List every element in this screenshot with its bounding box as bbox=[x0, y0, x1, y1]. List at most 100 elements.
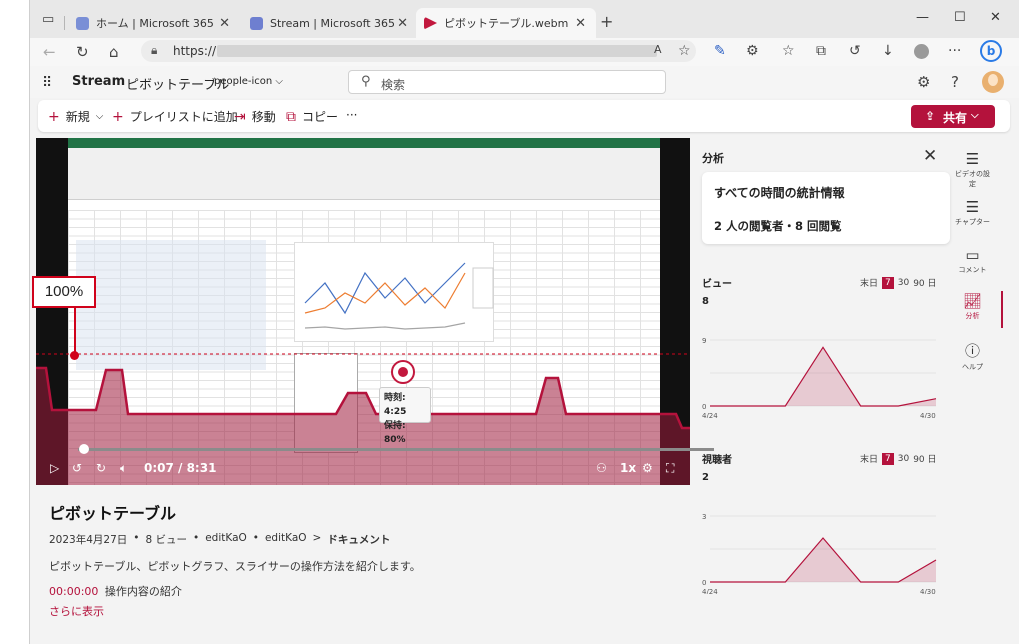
folder-link[interactable]: ドキュメント bbox=[327, 532, 390, 547]
gear-icon[interactable]: ⚙ bbox=[642, 461, 653, 475]
panel-title: 分析 bbox=[702, 152, 724, 165]
gear-icon[interactable]: ⚙ bbox=[917, 73, 930, 91]
rail-label: ヘルプ bbox=[962, 363, 983, 371]
stats-card-values: 2 人の閲覧者・8 回閲覧 bbox=[714, 219, 842, 233]
app-launcher-icon[interactable]: ⠿ bbox=[42, 75, 52, 91]
read-aloud-icon[interactable]: A bbox=[654, 43, 662, 56]
video-player[interactable] bbox=[36, 138, 690, 485]
seek-thumb[interactable] bbox=[79, 444, 89, 454]
close-icon[interactable]: ✕ bbox=[575, 16, 586, 31]
tooltip-time: 時刻: 4:25 bbox=[384, 393, 407, 417]
m365-icon bbox=[76, 16, 89, 30]
chapter-label: 操作内容の紹介 bbox=[104, 585, 182, 598]
search-icon: ⚲ bbox=[361, 74, 371, 89]
chapter-time[interactable]: 00:00:00 bbox=[49, 585, 98, 598]
puzzle-icon[interactable]: ⚙ bbox=[746, 43, 759, 59]
copy-label: コピー bbox=[302, 110, 339, 124]
favorites-icon[interactable]: ☆ bbox=[782, 43, 795, 59]
rail-help[interactable]: ⓘ ヘルプ bbox=[954, 340, 991, 372]
shared-people-icon[interactable]: people-icon ⌵ bbox=[214, 76, 283, 87]
playback-speed[interactable]: 1x bbox=[620, 461, 636, 475]
more-commands-button[interactable]: ··· bbox=[346, 108, 357, 122]
extension-icon[interactable]: ✎ bbox=[714, 43, 726, 59]
viewers-count: 2 bbox=[702, 472, 709, 483]
range-option[interactable]: 30 bbox=[898, 454, 909, 464]
close-icon[interactable]: ✕ bbox=[923, 146, 937, 166]
new-button[interactable]: + 新規 ⌵ bbox=[48, 108, 103, 125]
range-option[interactable]: 末日 bbox=[860, 452, 878, 465]
rail-analytics[interactable]: 📈︎ 分析 bbox=[954, 292, 991, 321]
refresh-icon[interactable]: ↻ bbox=[76, 43, 89, 61]
home-icon[interactable]: ⌂ bbox=[109, 43, 119, 61]
rewind-10-icon[interactable]: ↺ bbox=[72, 461, 82, 475]
window-close-icon[interactable]: ✕ bbox=[990, 10, 1001, 25]
search-input[interactable]: ⚲ 検索 bbox=[348, 70, 666, 94]
play-icon[interactable]: ▷ bbox=[50, 461, 59, 475]
tab-stream[interactable]: Stream | Microsoft 365 ✕ bbox=[242, 8, 418, 38]
maximize-icon[interactable]: ☐ bbox=[954, 10, 966, 25]
add-to-playlist-button[interactable]: + プレイリストに追加 bbox=[112, 108, 238, 125]
share-button[interactable]: ⇪ 共有 ⌵ bbox=[911, 105, 995, 128]
path-owner-link[interactable]: editKaO bbox=[265, 532, 307, 547]
chevron-right-icon: > bbox=[312, 532, 322, 544]
rail-label: コメント bbox=[958, 266, 987, 274]
copy-button[interactable]: ⧉ コピー bbox=[286, 108, 338, 125]
owner-link[interactable]: editKaO bbox=[205, 532, 247, 547]
search-placeholder: 検索 bbox=[381, 78, 406, 92]
rail-active-indicator bbox=[1001, 291, 1003, 328]
seek-bar[interactable] bbox=[78, 448, 714, 451]
move-button[interactable]: ⇥ 移動 bbox=[234, 108, 276, 125]
chapter-item[interactable]: 00:00:00 操作内容の紹介 bbox=[49, 583, 182, 599]
range-option[interactable]: 90 日 bbox=[913, 276, 936, 289]
range-option[interactable]: 30 bbox=[898, 278, 909, 288]
views-label: ビュー bbox=[702, 279, 732, 290]
move-icon: ⇥ bbox=[234, 108, 246, 125]
tab-label: ホーム | Microsoft 365 bbox=[96, 17, 214, 30]
minimize-icon[interactable]: — bbox=[916, 10, 929, 25]
history-icon[interactable]: ↺ bbox=[849, 43, 861, 59]
y-tick-label: 0 bbox=[702, 403, 706, 411]
close-icon[interactable]: ✕ bbox=[397, 16, 408, 31]
video-meta: 2023年4月27日 • 8 ビュー • editKaO • editKaO >… bbox=[49, 532, 391, 547]
rail-comments[interactable]: ▭ コメント bbox=[954, 246, 991, 275]
series-area bbox=[710, 538, 936, 582]
viewers-chart: 3 0 4/24 4/30 bbox=[702, 504, 942, 594]
show-more-link[interactable]: さらに表示 bbox=[49, 603, 104, 619]
avatar[interactable] bbox=[982, 71, 1004, 93]
url-field[interactable]: 🔒︎ https:// bbox=[141, 40, 696, 62]
close-icon[interactable]: ✕ bbox=[219, 16, 230, 31]
back-icon[interactable]: ← bbox=[43, 43, 56, 61]
volume-icon[interactable]: 🔈︎ bbox=[120, 461, 127, 476]
range-option[interactable]: 末日 bbox=[860, 276, 878, 289]
rail-chapters[interactable]: ☰ チャプター bbox=[954, 198, 991, 227]
stats-card-title: すべての時間の統計情報 bbox=[714, 186, 845, 200]
profile-icon[interactable] bbox=[914, 44, 929, 59]
help-icon[interactable]: ? bbox=[951, 73, 959, 91]
range-option[interactable]: 90 日 bbox=[913, 452, 936, 465]
plus-icon: + bbox=[112, 108, 124, 125]
rail-video-settings[interactable]: ☰ ビデオの設定 bbox=[954, 150, 991, 189]
browser-window: ▭ ホーム | Microsoft 365 ✕ Stream | Microso… bbox=[29, 0, 1019, 644]
retention-marker-icon[interactable] bbox=[391, 360, 415, 384]
captions-icon[interactable]: ⚇ bbox=[596, 461, 607, 475]
retention-heatmap bbox=[36, 353, 690, 485]
tab-home[interactable]: ホーム | Microsoft 365 ✕ bbox=[68, 8, 240, 38]
stream-play-icon bbox=[424, 16, 437, 30]
new-tab-icon[interactable]: + bbox=[600, 12, 613, 31]
command-bar: + 新規 ⌵ + プレイリストに追加 ⇥ 移動 ⧉ コピー ··· ⇪ 共有 ⌵ bbox=[38, 100, 1010, 132]
collections-icon[interactable]: ⧉ bbox=[816, 43, 826, 59]
download-icon[interactable]: ↓ bbox=[882, 43, 894, 59]
y-tick-label: 0 bbox=[702, 579, 706, 587]
rail-label: 分析 bbox=[965, 312, 980, 320]
favorite-add-icon[interactable]: ☆ bbox=[678, 43, 691, 59]
more-label: ··· bbox=[346, 108, 358, 122]
tab-actions-icon[interactable]: ▭ bbox=[42, 12, 54, 27]
range-option[interactable]: 7 bbox=[882, 452, 894, 465]
tab-video[interactable]: ピボットテーブル.webm ✕ bbox=[416, 8, 596, 38]
app-brand[interactable]: Stream bbox=[72, 74, 125, 89]
more-icon[interactable]: ··· bbox=[948, 43, 961, 59]
forward-10-icon[interactable]: ↻ bbox=[96, 461, 106, 475]
bing-icon[interactable]: b bbox=[980, 40, 1002, 62]
analytics-icon: 📈︎ bbox=[962, 292, 983, 310]
range-option[interactable]: 7 bbox=[882, 276, 894, 289]
